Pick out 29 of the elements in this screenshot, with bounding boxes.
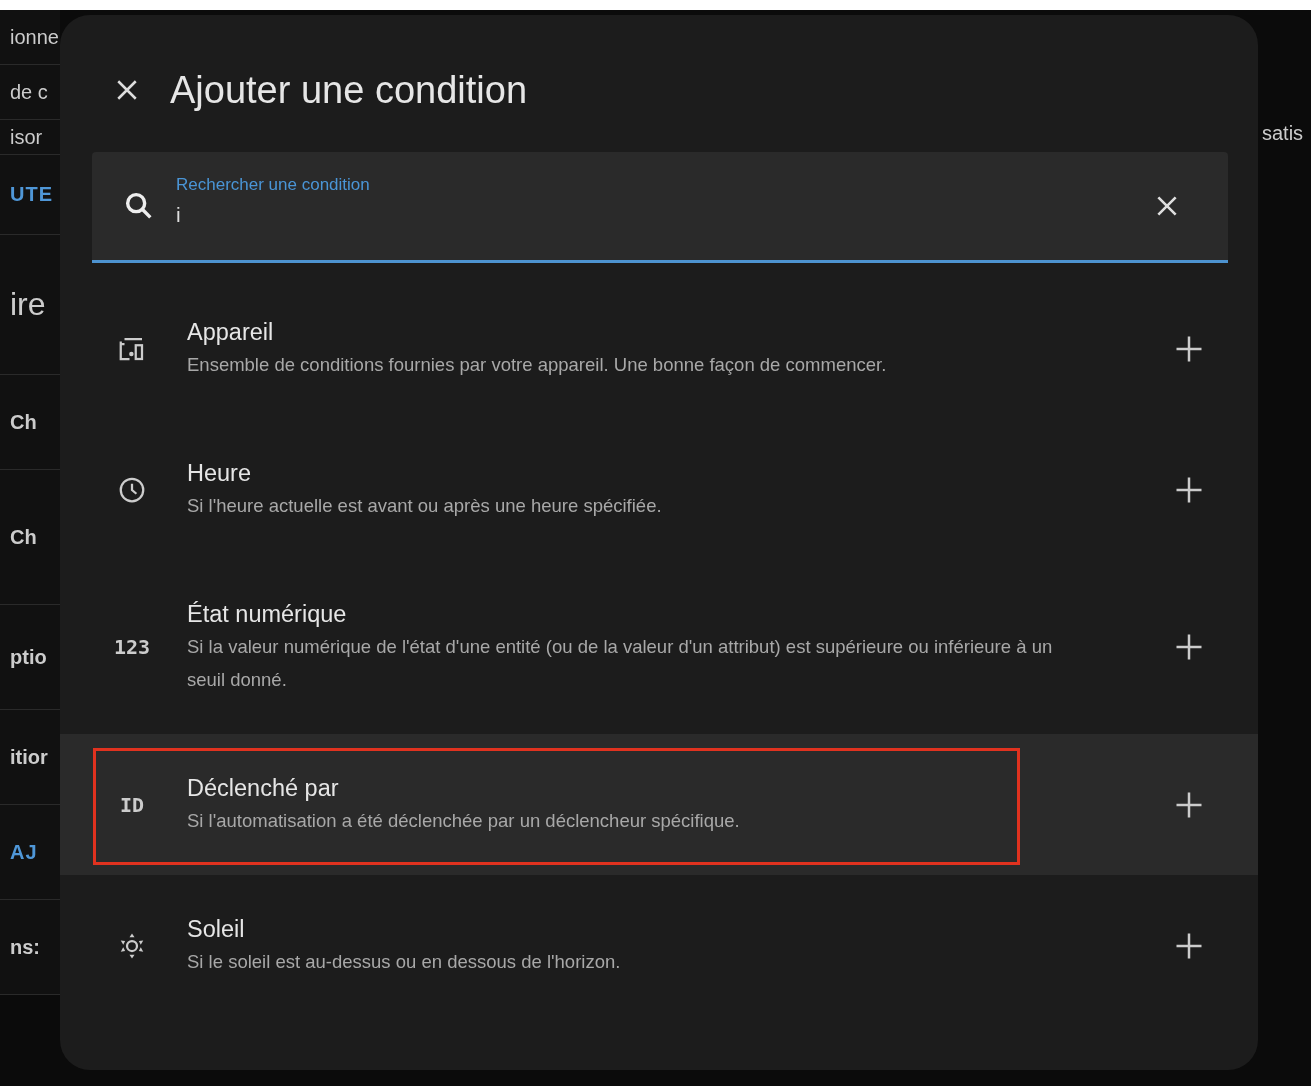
background-text: satis [1262,122,1304,144]
field-label: Rechercher une condition [176,175,371,195]
search-input[interactable]: i [176,203,1134,227]
background-text: itior [10,745,48,769]
condition-description: Si la valeur numérique de l'état d'une entité (ou de la valeur d'un attribut) est supérieure ou inférieure à un seuil donné. [187,635,1054,692]
background-text: ptio [10,645,47,669]
condition-title: Déclenché par [187,774,340,803]
condition-title: Soleil [187,915,246,944]
condition-title: Appareil [187,318,275,347]
background-text: isor [10,125,43,149]
glyph-icon: ID [119,792,145,817]
link[interactable]: UTE [10,183,53,206]
link[interactable]: AJ [10,840,38,864]
background-text: ionne [10,25,59,49]
condition-title: État numérique [187,600,348,629]
condition-description: Si l'heure actuelle est avant ou après une heure spécifiée. [187,494,663,518]
background-text: ns: [10,935,40,959]
background-text: Ch [10,525,37,549]
add-icon[interactable] [1174,632,1204,662]
condition-description: Ensemble de conditions fournies par votre appareil. Une bonne façon de commencer. [187,353,888,377]
condition-description: Si le soleil est au-dessus ou en dessous de l'horizon. [187,950,622,974]
glyph-icon: 123 [113,635,151,659]
dialog-title: Ajouter une condition [170,68,528,112]
background-text: Ch [10,410,37,434]
page-heading: ire [10,286,46,323]
condition-title: Heure [187,459,252,488]
background-text: de c [10,80,48,104]
condition-item[interactable]: ID Déclenché par Si l'automatisation a été déclenchée par un déclencheur spécifique. [60,734,1258,875]
condition-description: Si l'automatisation a été déclenchée par un déclencheur spécifique. [187,809,741,833]
